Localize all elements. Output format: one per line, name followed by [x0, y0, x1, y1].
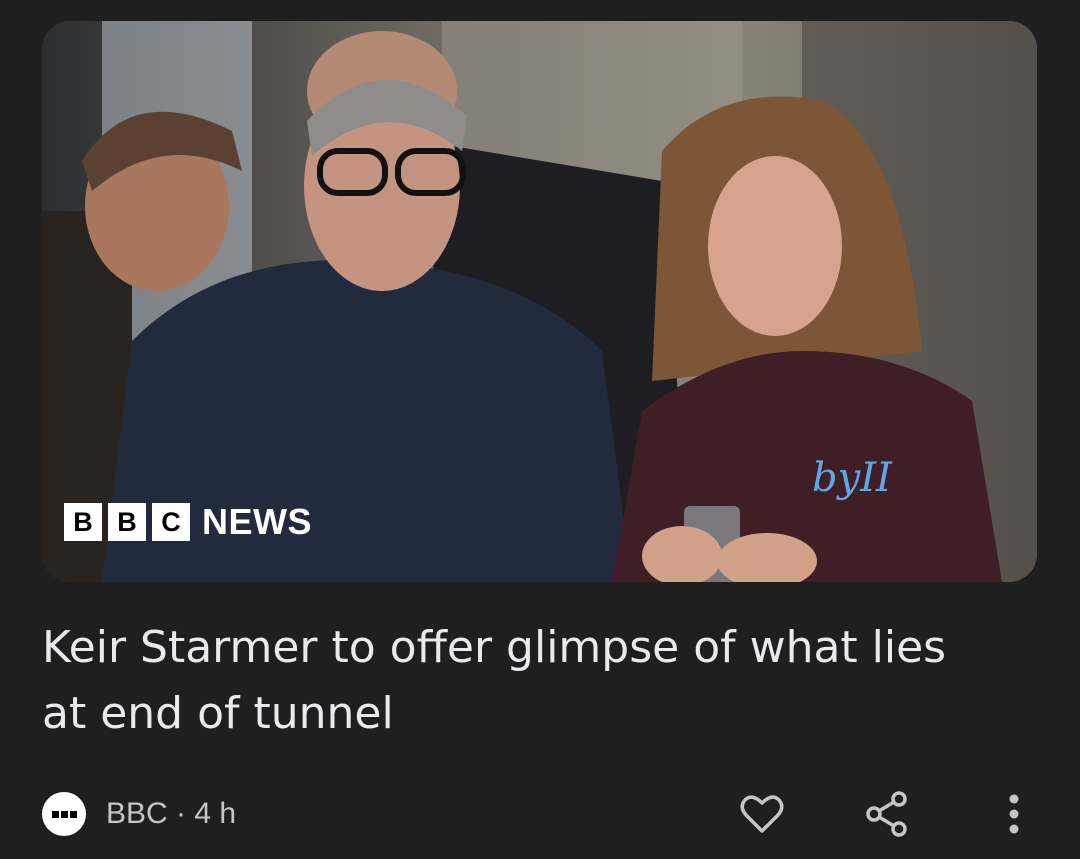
meta-separator: ·: [176, 797, 187, 830]
publish-time: 4 h: [194, 797, 237, 830]
source-name: BBC: [106, 797, 168, 830]
bbc-logo-block-b2: B: [108, 503, 146, 541]
share-icon: [866, 791, 907, 837]
more-vert-icon: [1009, 794, 1019, 834]
more-options-button[interactable]: [988, 788, 1040, 840]
article-headline[interactable]: Keir Starmer to offer glimpse of what li…: [42, 615, 1002, 747]
bbc-news-logo: B B C NEWS: [64, 503, 312, 541]
article-image[interactable]: byII: [42, 21, 1037, 582]
shirt-logo: byII: [812, 455, 893, 501]
bbc-logo-block-c: C: [152, 503, 190, 541]
heart-icon: [740, 795, 784, 833]
bbc-logo-block-b1: B: [64, 503, 102, 541]
bbc-logo-news-word: NEWS: [202, 501, 312, 542]
article-photo: byII: [42, 21, 1037, 582]
article-meta: BBC · 4 h: [42, 790, 236, 838]
news-card[interactable]: byII B B C NEWS Keir Starmer to offer gl…: [0, 0, 1080, 859]
share-button[interactable]: [861, 788, 913, 840]
like-button[interactable]: [736, 788, 788, 840]
source-logo-icon: [42, 792, 86, 836]
source-info: BBC · 4 h: [106, 797, 236, 831]
